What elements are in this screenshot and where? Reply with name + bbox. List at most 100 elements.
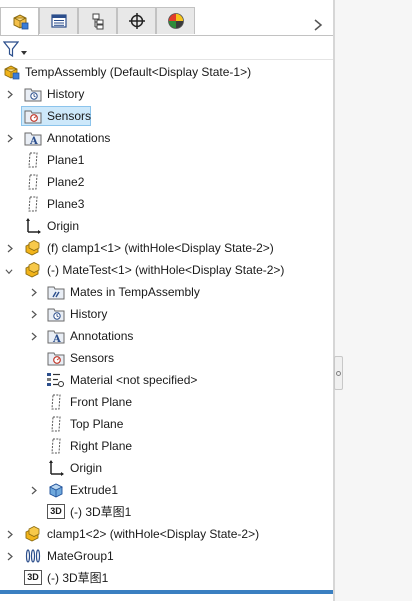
tree-item-label: MateGroup1 (47, 549, 114, 563)
plane-icon (28, 196, 38, 212)
tree-item-matetest-3d-sketch[interactable]: 3D (-) 3D草图1 (0, 501, 333, 523)
tree-item-label: Sensors (70, 351, 115, 365)
tree-item-label: Plane3 (47, 197, 85, 211)
tree-item-label: History (70, 307, 108, 321)
tree-item-history[interactable]: History (0, 83, 333, 105)
tree-item-label: (-) MateTest<1> (withHole<Display State-… (47, 263, 285, 277)
tree-item-plane3[interactable]: Plane3 (0, 193, 333, 215)
tree-item-label: TempAssembly (Default<Display State-1>) (25, 65, 252, 79)
svg-text:A: A (29, 136, 38, 147)
sketch-3d-icon: 3D (47, 504, 65, 519)
material-icon (47, 373, 64, 387)
tree-item-label: clamp1<2> (withHole<Display State-2>) (47, 527, 260, 541)
tree-item-label: Extrude1 (70, 483, 119, 497)
tree-item-matetest-annotations[interactable]: A Annotations (0, 325, 333, 347)
appearance-sphere-icon (167, 13, 184, 29)
expand-arrow-icon[interactable] (6, 530, 14, 539)
svg-text:A: A (52, 334, 61, 345)
tree-item-label: (f) clamp1<1> (withHole<Display State-2>… (47, 241, 274, 255)
history-folder-icon (24, 88, 42, 102)
tree-item-label: Mates in TempAssembly (70, 285, 200, 299)
tree-item-clamp1-1[interactable]: (f) clamp1<1> (withHole<Display State-2>… (0, 237, 333, 259)
filter-bar (0, 35, 333, 60)
expand-arrow-icon[interactable] (30, 288, 38, 297)
tab-property-manager[interactable] (39, 7, 78, 34)
manager-tab-bar (0, 7, 333, 36)
tree-item-extrude1[interactable]: Extrude1 (0, 479, 333, 501)
filter-button[interactable] (3, 39, 31, 59)
tree-item-top-plane[interactable]: Top Plane (0, 413, 333, 435)
tree-item-mategroup1[interactable]: MateGroup1 (0, 545, 333, 567)
collapse-arrow-icon[interactable] (5, 267, 13, 276)
tree-item-label: Origin (70, 461, 103, 475)
tree-item-matetest-sensors[interactable]: Sensors (0, 347, 333, 369)
crosshair-icon (128, 13, 145, 29)
tree-item-matetest-1[interactable]: (-) MateTest<1> (withHole<Display State-… (0, 259, 333, 281)
tree-item-mates-in-tempassembly[interactable]: Mates in TempAssembly (0, 281, 333, 303)
expand-arrow-icon[interactable] (6, 552, 14, 561)
expand-arrow-icon[interactable] (30, 332, 38, 341)
tree-item-material[interactable]: Material <not specified> (0, 369, 333, 391)
tab-configuration-manager[interactable] (78, 7, 117, 34)
tree-item-clamp1-2[interactable]: clamp1<2> (withHole<Display State-2>) (0, 523, 333, 545)
tree-item-matetest-origin[interactable]: Origin (0, 457, 333, 479)
mate-group-icon (25, 549, 41, 563)
expand-arrow-icon[interactable] (30, 486, 38, 495)
graphics-area[interactable] (335, 0, 412, 601)
tree-item-root-assembly[interactable]: TempAssembly (Default<Display State-1>) (0, 61, 333, 83)
chevron-right-icon[interactable] (313, 19, 323, 31)
tree-item-label: (-) 3D草图1 (47, 571, 109, 585)
filter-funnel-icon (3, 41, 19, 58)
tree-item-front-plane[interactable]: Front Plane (0, 391, 333, 413)
expand-arrow-icon[interactable] (30, 310, 38, 319)
tree-item-label: Origin (47, 219, 80, 233)
plane-icon (51, 394, 61, 410)
tree-item-origin[interactable]: Origin (0, 215, 333, 237)
collapse-handle[interactable] (334, 356, 343, 390)
tree-item-plane1[interactable]: Plane1 (0, 149, 333, 171)
tab-feature-manager[interactable] (0, 7, 39, 36)
tree-item-label: Annotations (47, 131, 111, 145)
plane-icon (51, 416, 61, 432)
tree-item-right-plane[interactable]: Right Plane (0, 435, 333, 457)
tree-item-label: Front Plane (70, 395, 133, 409)
tree-item-label: Annotations (70, 329, 134, 343)
subassembly-icon (25, 262, 40, 278)
tree-item-label: (-) 3D草图1 (70, 505, 132, 519)
dropdown-arrow-icon (21, 51, 27, 55)
tree-item-label: History (47, 87, 85, 101)
origin-icon (49, 460, 64, 476)
sensors-icon (47, 352, 65, 366)
tree-item-plane2[interactable]: Plane2 (0, 171, 333, 193)
tree-item-3d-sketch[interactable]: 3D (-) 3D草图1 (0, 567, 333, 589)
tab-display-manager[interactable] (156, 7, 195, 34)
plane-icon (28, 152, 38, 168)
subassembly-icon (25, 526, 40, 542)
configuration-manager-icon (92, 13, 103, 30)
tree-item-label: Right Plane (70, 439, 133, 453)
expand-arrow-icon[interactable] (6, 134, 14, 143)
extrude-icon (49, 483, 63, 498)
sensors-icon (24, 110, 42, 124)
property-manager-icon (50, 14, 67, 28)
tree-item-label: Plane1 (47, 153, 85, 167)
subassembly-icon (25, 240, 40, 256)
sketch-3d-icon: 3D (24, 570, 42, 585)
expand-arrow-icon[interactable] (6, 90, 14, 99)
annotations-icon: A (47, 330, 65, 345)
tab-dimxpert-manager[interactable] (117, 7, 156, 34)
mates-folder-icon (47, 286, 65, 300)
assembly-icon (4, 65, 20, 80)
tree-item-sensors[interactable]: Sensors (0, 105, 333, 127)
handle-grip-icon (336, 370, 341, 376)
plane-icon (51, 438, 61, 454)
feature-tree-icon (13, 14, 28, 30)
expand-arrow-icon[interactable] (6, 244, 14, 253)
feature-manager-pane: TempAssembly (Default<Display State-1>) … (0, 0, 333, 601)
tree-item-label: Material <not specified> (70, 373, 198, 387)
origin-icon (26, 218, 41, 234)
tree-item-matetest-history[interactable]: History (0, 303, 333, 325)
annotations-icon: A (24, 132, 42, 147)
tree-item-annotations[interactable]: A Annotations (0, 127, 333, 149)
tree-item-label: Plane2 (47, 175, 85, 189)
